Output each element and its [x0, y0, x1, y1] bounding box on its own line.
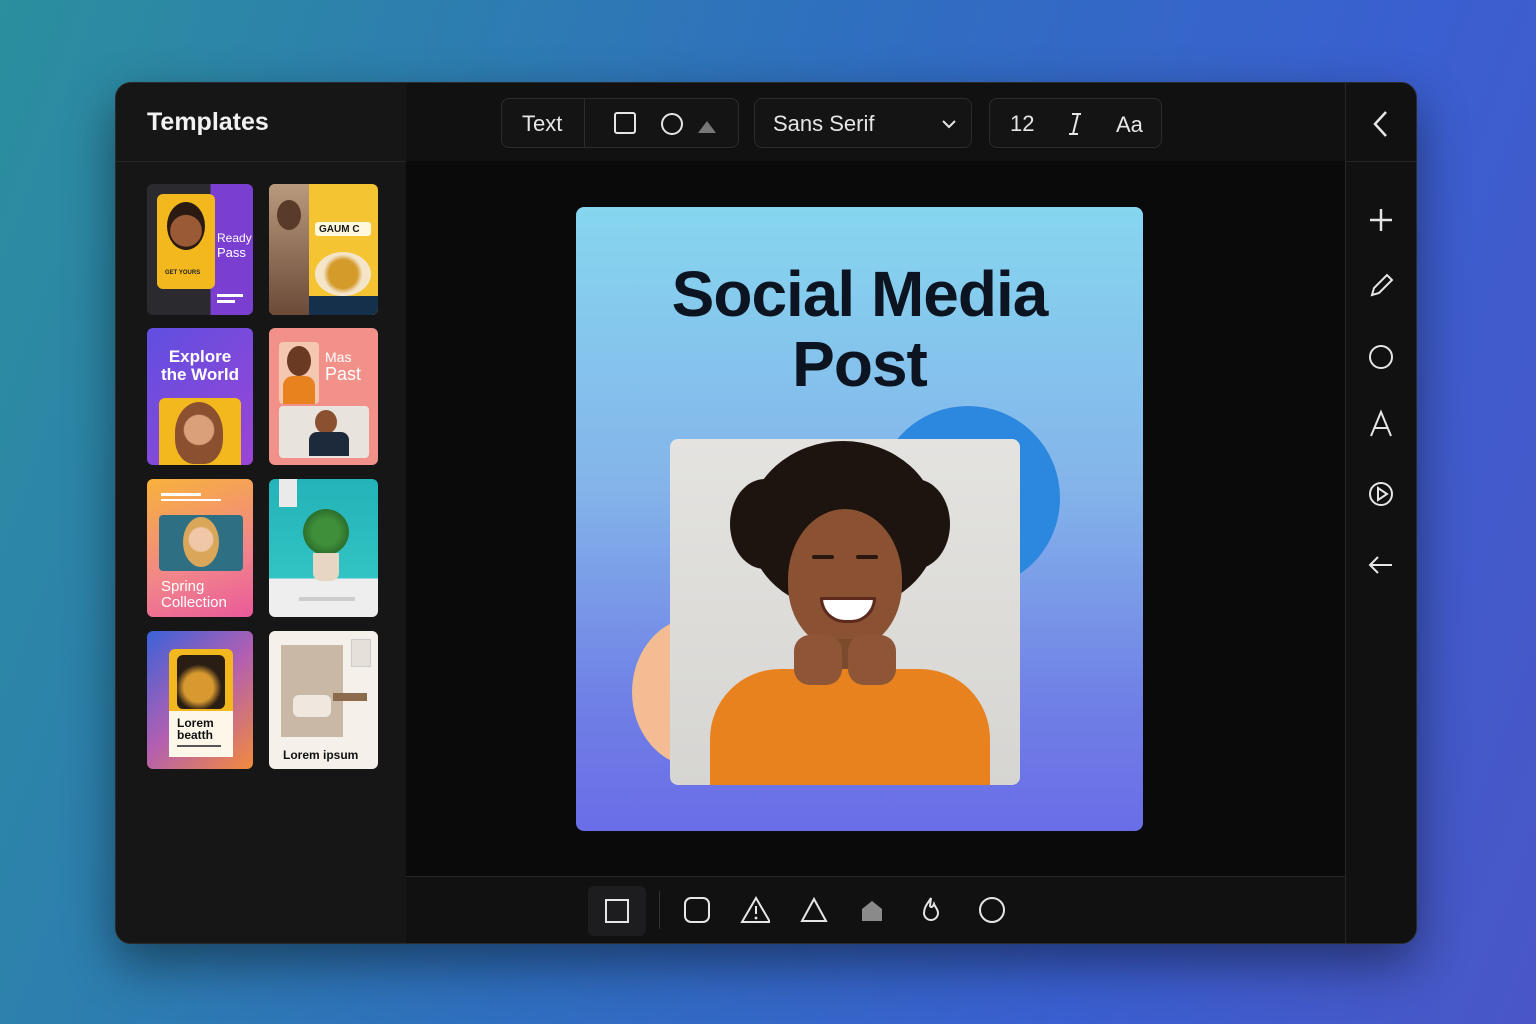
right-rail — [1345, 83, 1416, 943]
editor-window: Templates Ready Pass GET YOURS GAUM C Ex… — [115, 82, 1417, 944]
template-line-1: Explore — [168, 347, 232, 366]
text-tool-label: Text — [522, 111, 563, 136]
person-avatar-icon — [175, 402, 223, 464]
text-icon[interactable] — [1366, 409, 1396, 439]
template-line-1: Mas — [325, 349, 352, 365]
canvas-area: Social Media Post — [406, 161, 1346, 876]
circle-icon[interactable] — [977, 895, 1007, 925]
circle-icon[interactable] — [1366, 342, 1396, 372]
template-line-1: Lorem ipsum — [283, 748, 359, 762]
person-avatar-icon — [167, 202, 205, 250]
text-case-button[interactable]: Aa — [1116, 112, 1143, 138]
ellipse-shape-button[interactable] — [660, 112, 684, 136]
play-icon[interactable] — [1366, 479, 1396, 509]
chevron-down-icon — [942, 120, 956, 129]
plus-icon[interactable] — [1366, 205, 1396, 235]
chair-icon — [293, 695, 331, 717]
triangle-icon[interactable] — [799, 895, 829, 925]
face — [788, 509, 902, 649]
template-line-2: beatth — [177, 728, 213, 742]
post-title[interactable]: Social Media Post — [576, 259, 1143, 399]
template-line-2: Past — [325, 364, 362, 384]
orange-sweater — [710, 669, 990, 785]
template-mas-past[interactable]: Mas Past — [269, 328, 378, 465]
template-line-1: Ready — [217, 231, 252, 245]
template-line-2: Pass — [217, 245, 246, 260]
portrait-photo[interactable] — [670, 439, 1020, 785]
filled-triangle-icon — [698, 121, 716, 133]
template-line-2: the World — [160, 365, 240, 384]
shapes-bar — [406, 876, 1346, 943]
home-shape-icon[interactable] — [857, 895, 887, 925]
person-avatar-icon — [287, 346, 311, 376]
template-plant[interactable] — [269, 479, 378, 617]
rail-header — [1346, 83, 1416, 162]
person-avatar-icon — [183, 517, 219, 567]
social-media-post[interactable]: Social Media Post — [576, 207, 1143, 831]
fruit-icon — [177, 655, 225, 709]
templates-sidebar: Templates Ready Pass GET YOURS GAUM C Ex… — [116, 83, 407, 943]
square-icon — [605, 899, 629, 923]
top-toolbar: Text Sans Serif 12 Aa — [406, 83, 1346, 162]
font-family-select[interactable]: Sans Serif — [754, 98, 972, 148]
shape-square-button[interactable] — [588, 886, 646, 936]
rounded-square-icon[interactable] — [682, 895, 712, 925]
template-caption: GET YOURS — [165, 270, 201, 276]
chevron-left-icon[interactable] — [1366, 109, 1396, 139]
text-format-group: 12 Aa — [989, 98, 1162, 148]
triangle-shape-button[interactable] — [696, 117, 718, 135]
circle-icon — [661, 113, 683, 135]
text-tool-button[interactable]: Text — [502, 99, 585, 147]
post-title-line-2: Post — [792, 328, 928, 400]
sidebar-title: Templates — [116, 83, 406, 162]
template-lorem-beatth[interactable]: Lorem beatth — [147, 631, 253, 769]
arrow-left-icon[interactable] — [1366, 550, 1396, 580]
template-line-1: Spring — [161, 578, 205, 595]
template-spring-collection[interactable]: Spring Collection — [147, 479, 253, 617]
square-icon — [614, 112, 636, 134]
italic-icon — [1069, 113, 1081, 135]
font-family-value: Sans Serif — [773, 111, 875, 136]
template-line-2: Collection — [161, 594, 227, 611]
food-bowl-icon — [315, 252, 371, 296]
plant-leaves-icon — [303, 509, 349, 555]
flame-icon[interactable] — [916, 895, 946, 925]
template-lorem-ipsum[interactable]: Lorem ipsum — [269, 631, 378, 769]
divider — [659, 891, 660, 929]
template-gaum-c[interactable]: GAUM C — [269, 184, 378, 315]
template-explore-world[interactable]: Explore the World — [147, 328, 253, 465]
warning-triangle-icon[interactable] — [740, 895, 770, 925]
italic-button[interactable] — [1064, 111, 1086, 137]
rectangle-shape-button[interactable] — [614, 112, 636, 134]
post-title-line-1: Social Media — [671, 258, 1049, 330]
template-ready-pass[interactable]: Ready Pass GET YOURS — [147, 184, 253, 315]
font-size-input[interactable]: 12 — [1010, 111, 1034, 137]
text-tool-group: Text — [501, 98, 739, 148]
pencil-icon[interactable] — [1366, 271, 1396, 301]
template-line-1: GAUM C — [319, 224, 360, 235]
